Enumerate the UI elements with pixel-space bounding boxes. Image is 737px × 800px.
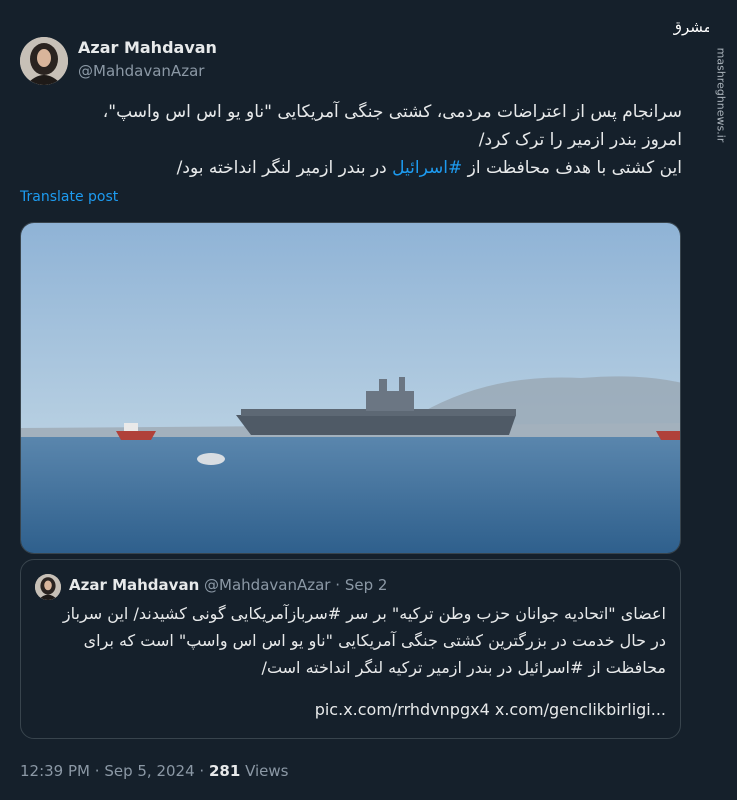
quoted-author-handle: @MahdavanAzar [204,576,331,594]
separator-dot: · [199,762,205,780]
quoted-line: اعضای "اتحادیه جوانان حزب وطن ترکیه" بر … [62,604,666,623]
quoted-author-name: Azar Mahdavan [69,576,200,594]
mashregh-logo: مشرق [670,8,711,44]
tweet-photo[interactable] [20,222,681,554]
quoted-author-avatar [35,574,61,600]
author-avatar[interactable] [20,37,68,85]
translate-post-link[interactable]: Translate post [20,189,118,205]
author-name[interactable]: Azar Mahdavan [78,38,217,57]
tweet-text-segment: در بندر ازمیر لنگر انداخته بود/ [176,158,393,178]
tweet-line: سرانجام پس از اعتراضات مردمی، کشتی جنگی … [102,102,682,122]
tweet-line: این کشتی با هدف محافظت از #اسرائیل در بن… [20,154,682,182]
quoted-links[interactable]: pic.x.com/rrhdvnpgx4 x.com/genclikbirlig… [315,700,666,719]
views-label: Views [245,762,289,780]
hashtag-link[interactable]: #اسرائیل [392,158,462,178]
author-handle[interactable]: @MahdavanAzar [78,62,204,80]
quoted-text: اعضای "اتحادیه جوانان حزب وطن ترکیه" بر … [35,600,666,681]
tweet-meta: 12:39 PM · Sep 5, 2024 · 281 Views [20,762,288,780]
svg-text:مشرق: مشرق [673,18,709,36]
ship-photo-image [21,223,680,553]
tweet-text-segment: این کشتی با هدف محافظت از [462,158,682,178]
quoted-tweet-header: Azar Mahdavan @MahdavanAzar · Sep 2 [69,576,387,594]
tweet-text: سرانجام پس از اعتراضات مردمی، کشتی جنگی … [20,98,682,182]
site-watermark: mashreghnews.ir [711,48,731,143]
quoted-tweet[interactable]: Azar Mahdavan @MahdavanAzar · Sep 2 اعضا… [20,559,681,739]
separator-dot: · [94,762,100,780]
tweet-line: امروز بندر ازمیر را ترک کرد/ [478,130,682,150]
watermark-text: mashreghnews.ir [714,47,728,143]
post-date[interactable]: Sep 5, 2024 [104,762,194,780]
quoted-line: محافظت از #اسرائیل در بندر ازمیر ترکیه ل… [261,658,666,677]
views-count: 281 [208,762,241,780]
post-time[interactable]: 12:39 PM [20,762,90,780]
separator-dot: · [335,576,341,594]
quoted-line: در حال خدمت در بزرگترین کشتی جنگی آمریکا… [83,631,666,650]
quoted-date: Sep 2 [344,576,388,594]
